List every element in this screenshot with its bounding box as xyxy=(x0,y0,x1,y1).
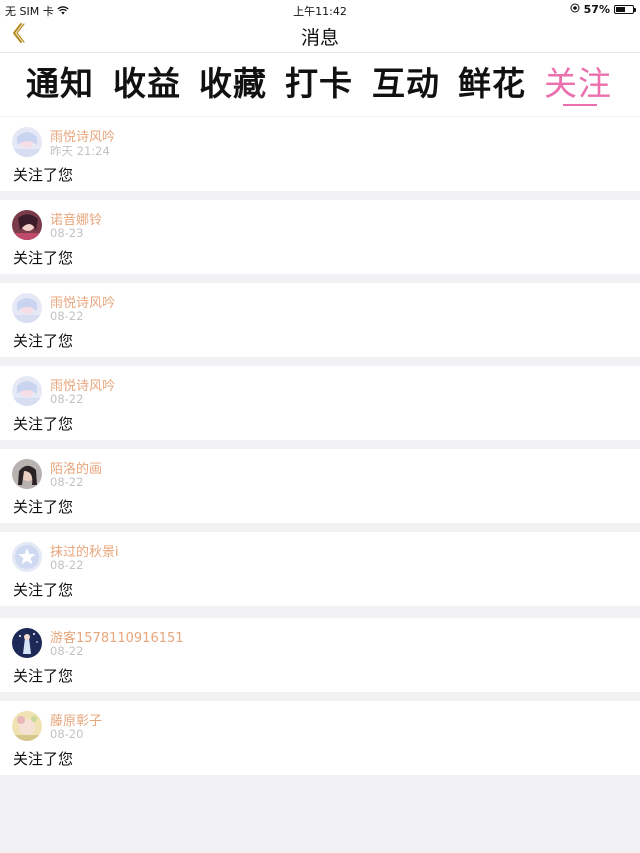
avatar[interactable] xyxy=(12,293,42,323)
tab-interactions[interactable]: 互动 xyxy=(372,57,440,105)
clock: 上午11:42 xyxy=(293,5,347,18)
list-item[interactable]: 抹过的秋景i 08-22 关注了您 xyxy=(0,532,640,606)
avatar[interactable] xyxy=(12,542,42,572)
page-title: 消息 xyxy=(300,27,339,49)
avatar[interactable] xyxy=(12,628,42,658)
timestamp: 08-22 xyxy=(50,309,84,323)
avatar[interactable] xyxy=(12,127,42,157)
list-item[interactable]: 雨悦诗风吟 08-22 关注了您 xyxy=(0,366,640,440)
avatar[interactable] xyxy=(12,210,42,240)
timestamp: 08-20 xyxy=(50,727,84,741)
message-text: 关注了您 xyxy=(13,166,74,184)
orientation-lock-icon xyxy=(570,3,580,16)
timestamp: 昨天 21:24 xyxy=(50,144,110,158)
timestamp: 08-23 xyxy=(50,226,84,240)
tab-notifications[interactable]: 通知 xyxy=(26,57,94,105)
battery-icon xyxy=(614,5,636,14)
timestamp: 08-22 xyxy=(50,558,84,572)
tab-bar: 通知 收益 收藏 打卡 互动 鲜花 关注 xyxy=(0,53,640,116)
avatar[interactable] xyxy=(12,711,42,741)
status-right: 57% xyxy=(570,3,636,16)
message-text: 关注了您 xyxy=(13,581,74,599)
message-text: 关注了您 xyxy=(13,249,74,267)
avatar[interactable] xyxy=(12,376,42,406)
timestamp: 08-22 xyxy=(50,644,84,658)
timestamp: 08-22 xyxy=(50,475,84,489)
timestamp: 08-22 xyxy=(50,392,84,406)
list-item[interactable]: 诺音娜铃 08-23 关注了您 xyxy=(0,200,640,274)
tab-favorites[interactable]: 收藏 xyxy=(199,57,267,105)
status-bar: 无 SIM 卡 上午11:42 57% xyxy=(0,0,640,18)
message-text: 关注了您 xyxy=(13,667,74,685)
list-item[interactable]: 雨悦诗风吟 昨天 21:24 关注了您 xyxy=(0,117,640,191)
message-text: 关注了您 xyxy=(13,750,74,768)
list-item[interactable]: 游客1578110916151 08-22 关注了您 xyxy=(0,618,640,692)
tab-follows[interactable]: 关注 xyxy=(544,57,612,105)
message-text: 关注了您 xyxy=(13,332,74,350)
active-tab-indicator xyxy=(563,104,597,106)
tab-flowers[interactable]: 鲜花 xyxy=(458,57,526,105)
battery-percent: 57% xyxy=(583,3,610,16)
tab-earnings[interactable]: 收益 xyxy=(113,57,181,105)
avatar[interactable] xyxy=(12,459,42,489)
list-item[interactable]: 藤原彰子 08-20 关注了您 xyxy=(0,701,640,775)
list-item[interactable]: 陌洛的画 08-22 关注了您 xyxy=(0,449,640,523)
message-text: 关注了您 xyxy=(13,415,74,433)
nav-bar: 消息 xyxy=(0,18,640,53)
message-text: 关注了您 xyxy=(13,498,74,516)
tab-checkin[interactable]: 打卡 xyxy=(285,57,353,105)
list-item[interactable]: 雨悦诗风吟 08-22 关注了您 xyxy=(0,283,640,357)
